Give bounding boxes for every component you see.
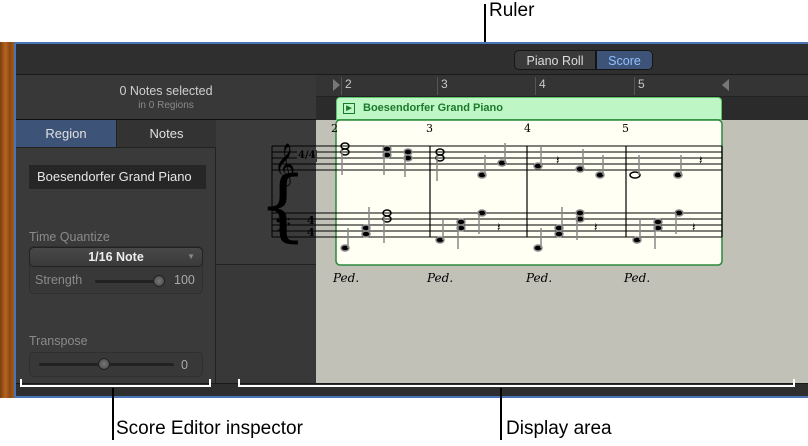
treble-clef-icon: 𝄞 [274,143,295,186]
measure-number-5: 5 [622,122,629,135]
svg-text:4: 4 [307,226,315,239]
bass-time-signature: 44 [307,214,315,239]
bass-clef-icon: 𝄢 [274,213,291,243]
inspector-callout: Score Editor inspector [116,418,303,439]
time-signature: 4/4 [297,150,317,162]
measure-number-4: 4 [524,122,531,135]
svg-text:𝄽: 𝄽 [699,153,703,167]
svg-text:𝄽: 𝄽 [497,220,501,234]
svg-text:𝄽: 𝄽 [692,220,696,234]
display-callout: Display area [506,418,612,439]
pedal-mark: Ped. [624,271,651,285]
display-callout-line [500,388,502,440]
inspector-bracket [20,379,211,387]
pedal-mark: Ped. [427,271,454,285]
pedal-mark: Ped. [526,271,553,285]
measure-number-2: 2 [331,122,338,135]
pedal-mark: Ped. [333,271,360,285]
svg-text:𝄽: 𝄽 [556,153,560,167]
svg-text:𝄽: 𝄽 [594,220,598,234]
region-body [335,119,723,266]
inspector-callout-line [112,388,114,440]
measure-number-3: 3 [426,122,433,135]
display-bracket [238,379,795,387]
